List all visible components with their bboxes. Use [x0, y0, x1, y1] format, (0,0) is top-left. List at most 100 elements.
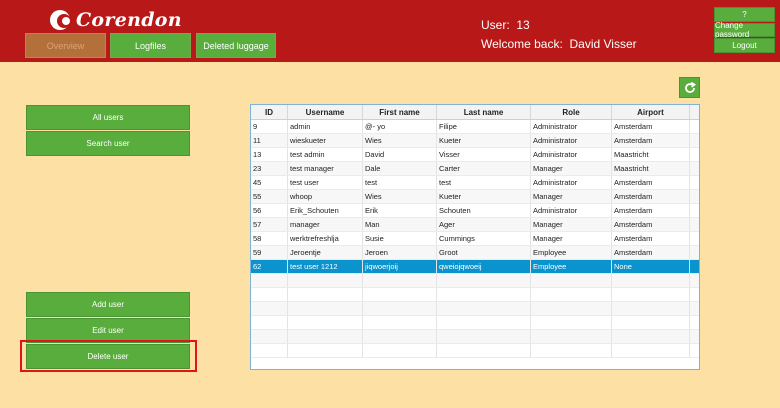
table-row-empty	[251, 288, 699, 302]
cell-id: 23	[251, 162, 288, 175]
cell-username	[288, 288, 363, 301]
cell-last-name: Visser	[437, 148, 531, 161]
cell-first-name: Dale	[363, 162, 437, 175]
search-user-button[interactable]: Search user	[26, 131, 190, 156]
cell-airport: Maastricht	[612, 148, 690, 161]
refresh-button[interactable]	[679, 77, 700, 98]
column-header-role[interactable]: Role	[531, 105, 612, 119]
cell-last-name: Kueter	[437, 134, 531, 147]
cell-airport: Amsterdam	[612, 204, 690, 217]
cell-role	[531, 316, 612, 329]
cell-role	[531, 274, 612, 287]
add-user-button[interactable]: Add user	[26, 292, 190, 317]
cell-airport: Maastricht	[612, 162, 690, 175]
cell-username: whoop	[288, 190, 363, 203]
cell-last-name	[437, 344, 531, 357]
app-header: Corendon Overview Logfiles Deleted lugga…	[0, 0, 780, 62]
column-header-username[interactable]: Username	[288, 105, 363, 119]
cell-first-name	[363, 302, 437, 315]
overview-button[interactable]: Overview	[25, 33, 106, 58]
cell-username: test admin	[288, 148, 363, 161]
deleted-luggage-button[interactable]: Deleted luggage	[196, 33, 276, 58]
cell-username	[288, 330, 363, 343]
table-row-empty	[251, 274, 699, 288]
cell-username: admin	[288, 120, 363, 133]
users-table[interactable]: ID Username First name Last name Role Ai…	[250, 104, 700, 370]
cell-first-name: jiqwoerjoij	[363, 260, 437, 273]
cell-username: test manager	[288, 162, 363, 175]
cell-id: 58	[251, 232, 288, 245]
table-row[interactable]: 58 werktrefreshlja Susie Cummings Manager Ams…	[251, 232, 699, 246]
cell-airport: Amsterdam	[612, 246, 690, 259]
cell-id: 9	[251, 120, 288, 133]
corendon-logo: Corendon	[50, 9, 182, 31]
column-header-last-name[interactable]: Last name	[437, 105, 531, 119]
cell-first-name: test	[363, 176, 437, 189]
column-header-first-name[interactable]: First name	[363, 105, 437, 119]
cell-role	[531, 288, 612, 301]
cell-airport	[612, 316, 690, 329]
cell-last-name	[437, 274, 531, 287]
user-id-label: User: 13	[481, 18, 530, 32]
cell-last-name	[437, 316, 531, 329]
cell-last-name: Ager	[437, 218, 531, 231]
column-header-airport[interactable]: Airport	[612, 105, 690, 119]
cell-role: Manager	[531, 190, 612, 203]
cell-username	[288, 344, 363, 357]
table-row[interactable]: 9 admin @- yo Filipe Administrator Amsterdam	[251, 120, 699, 134]
cell-airport	[612, 302, 690, 315]
cell-first-name: Jeroen	[363, 246, 437, 259]
table-row[interactable]: 57 manager Man Ager Manager Amsterdam	[251, 218, 699, 232]
corendon-logo-icon	[50, 9, 74, 31]
cell-last-name: Schouten	[437, 204, 531, 217]
cell-airport: Amsterdam	[612, 232, 690, 245]
cell-role: Administrator	[531, 134, 612, 147]
cell-last-name: Groot	[437, 246, 531, 259]
logout-button[interactable]: Logout	[714, 38, 775, 53]
cell-id: 55	[251, 190, 288, 203]
table-row[interactable]: 45 test user test test Administrator Amsterda…	[251, 176, 699, 190]
table-row[interactable]: 55 whoop Wies Kueter Manager Amsterdam	[251, 190, 699, 204]
cell-id: 45	[251, 176, 288, 189]
table-row-empty	[251, 316, 699, 330]
cell-username: manager	[288, 218, 363, 231]
cell-first-name: Susie	[363, 232, 437, 245]
all-users-button[interactable]: All users	[26, 105, 190, 130]
cell-first-name	[363, 330, 437, 343]
table-row[interactable]: 56 Erik_Schouten Erik Schouten Administrator…	[251, 204, 699, 218]
cell-id	[251, 302, 288, 315]
cell-role	[531, 344, 612, 357]
table-row-selected[interactable]: 62 test user 1212 jiqwoerjoij qweiojqwoeij E…	[251, 260, 699, 274]
cell-id	[251, 316, 288, 329]
cell-last-name	[437, 302, 531, 315]
cell-role: Employee	[531, 260, 612, 273]
table-row-empty	[251, 330, 699, 344]
change-password-button[interactable]: Change password	[714, 21, 775, 39]
cell-first-name	[363, 344, 437, 357]
cell-airport	[612, 274, 690, 287]
cell-role: Administrator	[531, 176, 612, 189]
column-header-id[interactable]: ID	[251, 105, 288, 119]
cell-role: Administrator	[531, 204, 612, 217]
table-row[interactable]: 59 Jeroentje Jeroen Groot Employee Amsterdam	[251, 246, 699, 260]
cell-id: 57	[251, 218, 288, 231]
table-body: 9 admin @- yo Filipe Administrator Amsterdam 1…	[251, 120, 699, 358]
cell-username	[288, 302, 363, 315]
cell-last-name	[437, 288, 531, 301]
cell-airport: Amsterdam	[612, 120, 690, 133]
logfiles-button[interactable]: Logfiles	[110, 33, 191, 58]
cell-role: Administrator	[531, 120, 612, 133]
cell-airport: Amsterdam	[612, 190, 690, 203]
cell-username: werktrefreshlja	[288, 232, 363, 245]
cell-first-name: Wies	[363, 134, 437, 147]
cell-airport	[612, 288, 690, 301]
table-row[interactable]: 23 test manager Dale Carter Manager Maastrich…	[251, 162, 699, 176]
cell-username: Jeroentje	[288, 246, 363, 259]
cell-id	[251, 330, 288, 343]
cell-last-name: Kueter	[437, 190, 531, 203]
table-row[interactable]: 11 wieskueter Wies Kueter Administrator Amste…	[251, 134, 699, 148]
help-button[interactable]: ?	[714, 7, 775, 22]
table-row[interactable]: 13 test admin David Visser Administrator Maas…	[251, 148, 699, 162]
cell-first-name: @- yo	[363, 120, 437, 133]
cell-role: Employee	[531, 246, 612, 259]
